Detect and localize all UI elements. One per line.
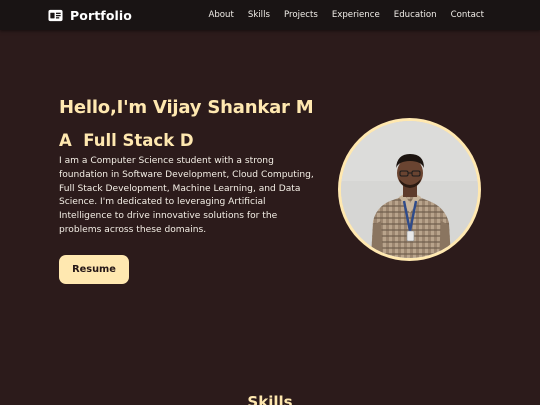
nav-link-about[interactable]: About — [208, 10, 233, 20]
nav-links: About Skills Projects Experience Educati… — [208, 0, 484, 30]
nav-link-projects[interactable]: Projects — [284, 10, 318, 20]
nav-link-education[interactable]: Education — [394, 10, 437, 20]
hero-title: Hello,I'm Vijay Shankar M — [59, 97, 314, 118]
id-card-icon — [48, 9, 63, 21]
navbar: Portfolio About Skills Projects Experien… — [0, 0, 540, 30]
brand-label: Portfolio — [70, 7, 132, 23]
portfolio-page: Portfolio About Skills Projects Experien… — [0, 0, 540, 405]
profile-photo — [341, 121, 478, 258]
avatar — [341, 121, 478, 258]
hero-typing-subtitle: A Full Stack D — [59, 131, 194, 150]
nav-link-experience[interactable]: Experience — [332, 10, 380, 20]
hero-description: I am a Computer Science student with a s… — [59, 156, 314, 235]
resume-button[interactable]: Resume — [59, 255, 129, 284]
skills-section-title: Skills — [247, 393, 293, 405]
brand-link[interactable]: Portfolio — [48, 0, 132, 30]
nav-link-contact[interactable]: Contact — [451, 10, 484, 20]
avatar-frame — [338, 118, 481, 261]
nav-link-skills[interactable]: Skills — [248, 10, 270, 20]
